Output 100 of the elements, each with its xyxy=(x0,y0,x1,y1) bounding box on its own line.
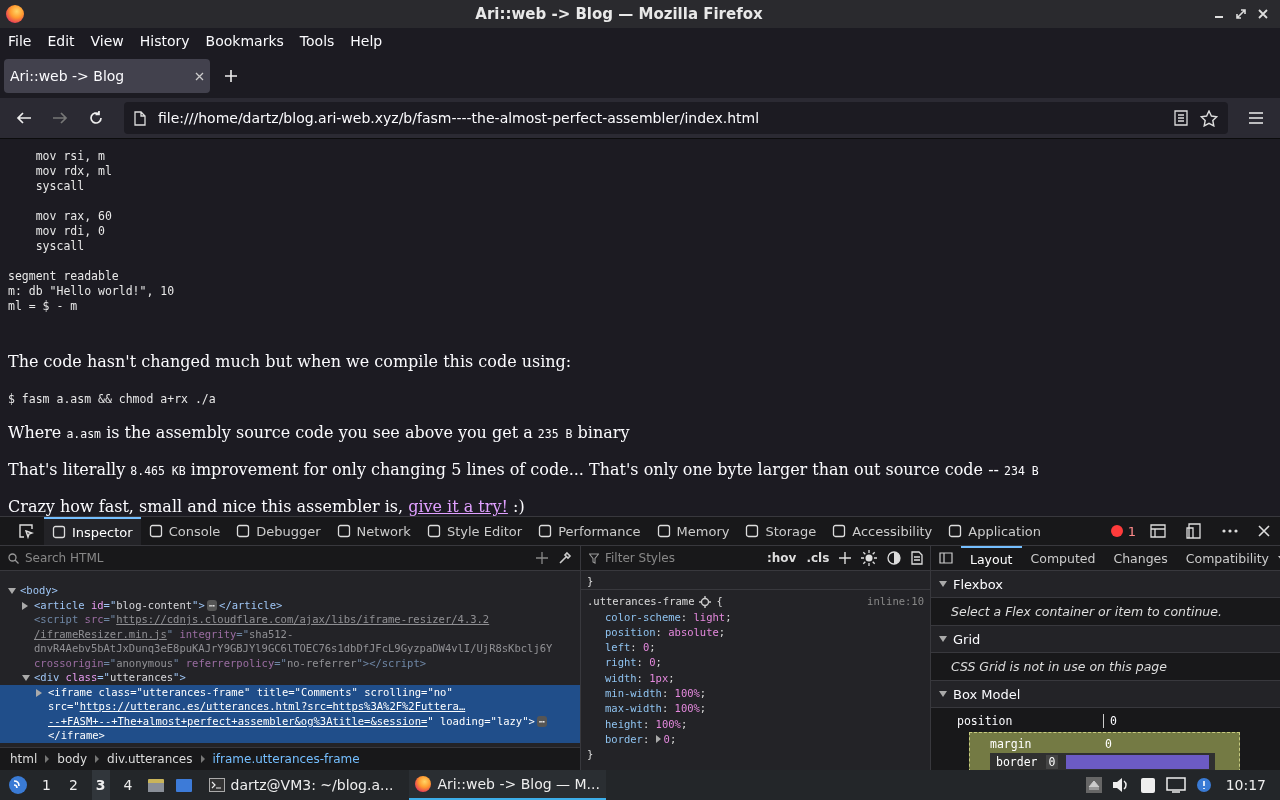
css-declaration[interactable]: max-width: 100%; xyxy=(587,701,924,717)
address-bar[interactable]: file:///home/dartz/blog.ari-web.xyz/b/fasm----the-almost-perfect-assembler/index.html xyxy=(124,102,1228,134)
terminal-icon xyxy=(208,778,225,792)
eject-icon[interactable] xyxy=(1085,777,1102,793)
new-tab-icon[interactable] xyxy=(224,69,238,83)
taskbar-app[interactable]: Ari::web -> Blog — M... xyxy=(409,770,606,800)
rule-brace: { xyxy=(716,594,723,610)
file-manager-icon[interactable] xyxy=(146,777,165,793)
devtools-tab[interactable]: Network xyxy=(328,517,419,545)
error-count[interactable]: 1 xyxy=(1110,523,1136,539)
reload-icon[interactable] xyxy=(88,110,104,126)
close-icon[interactable] xyxy=(1258,525,1270,537)
workspace-button[interactable]: 2 xyxy=(64,770,82,800)
notification-icon[interactable] xyxy=(1195,777,1212,793)
devtools-tab[interactable]: Application xyxy=(940,517,1049,545)
firefox-logo-icon xyxy=(415,776,432,792)
css-declaration[interactable]: border: 0; xyxy=(587,731,924,748)
close-icon[interactable] xyxy=(195,71,204,81)
menu-item[interactable]: Edit xyxy=(47,33,75,49)
eyedropper-icon[interactable] xyxy=(558,551,572,565)
add-node-icon[interactable] xyxy=(536,552,548,564)
link[interactable]: give it a try! xyxy=(408,497,508,516)
close-icon[interactable] xyxy=(1258,9,1268,19)
sidebar-tab[interactable]: Changes xyxy=(1104,546,1177,570)
css-declaration[interactable]: min-width: 100%; xyxy=(587,686,924,702)
hover-states-button[interactable]: :hov xyxy=(767,551,797,565)
sidebar-tab[interactable]: Compatibility xyxy=(1176,546,1278,570)
box-value[interactable]: 0 xyxy=(1045,755,1059,769)
code-text: mov rax, 60 mov rdi, 0 syscall xyxy=(34,209,113,254)
sidebar-tab[interactable]: Computed xyxy=(1021,546,1105,570)
paragraph: Crazy how fast, small and nice this assembler is, give it a try! :) xyxy=(8,497,526,516)
maximize-icon[interactable] xyxy=(1236,9,1246,19)
menu-item[interactable]: View xyxy=(90,33,124,49)
breadcrumb[interactable]: iframe.utterances-frame xyxy=(212,752,360,766)
element-picker-icon[interactable] xyxy=(18,523,34,539)
paragraph: Where a.asm is the assembly source code you see above you get a 235 B binary xyxy=(8,423,631,444)
html-node[interactable]: <body> xyxy=(0,583,580,598)
devtools-tab[interactable]: Memory xyxy=(648,517,738,545)
filter-input[interactable]: Filter Styles xyxy=(603,550,757,566)
devtools-tab[interactable]: Accessibility xyxy=(824,517,941,545)
workspace-button[interactable]: 1 xyxy=(38,770,55,800)
box-label: border xyxy=(996,755,1038,769)
html-node[interactable]: <iframe class="utterances-frame" title="Comments" scrolling="no" src="https://utteranc.es/utterances.html?src=https%3A%2F%2Futtera… --+FASM+--+The+almost+perfect+assembler&og%3Atitle=&session=" loading="lazy"> ⋯ </iframe> xyxy=(0,684,580,743)
box-label: position xyxy=(957,714,1014,728)
devtools-tab[interactable]: Performance xyxy=(530,517,649,545)
breadcrumb[interactable]: div.utterances xyxy=(107,752,193,766)
css-declaration[interactable]: color-scheme: light; xyxy=(587,609,924,625)
clock: 10:17 xyxy=(1225,777,1266,793)
speaker-icon[interactable] xyxy=(1111,777,1130,793)
css-declaration[interactable]: height: 100%; xyxy=(587,716,924,732)
menu-item[interactable]: History xyxy=(139,33,190,49)
workspace-button[interactable]: 3 xyxy=(91,770,110,800)
rule-source-link[interactable]: inline:10 xyxy=(867,594,924,610)
more-icon[interactable] xyxy=(1222,529,1238,533)
menu-icon[interactable] xyxy=(1248,111,1264,125)
classes-button[interactable]: .cls xyxy=(806,551,830,565)
css-declaration[interactable]: right: 0; xyxy=(587,655,924,671)
sidebar-toggle-icon[interactable] xyxy=(939,552,953,564)
html-node[interactable]: <script src="https://cdnjs.cloudflare.com/ajax/libs/iframe-resizer/4.3.2 /iframeResizer.min.js" integrity="sha512- dnvR4Aebv5bAtJxDunq3eE8puKAJrY9GBJYl9GC6lTOEC76s1dbDfJFcL9GyzpaDW4vlI/UjR8sKbclj6Y crossorigin="anonymous" referrerpolicy="no-referrer"></script> xyxy=(0,612,580,670)
devtools-tab[interactable]: Storage xyxy=(737,517,825,545)
css-declaration[interactable]: width: 1px; xyxy=(587,670,924,687)
box-label: margin xyxy=(990,737,1033,751)
css-declaration[interactable]: left: 0; xyxy=(587,640,924,656)
start-menu-icon[interactable] xyxy=(8,775,28,795)
chevron-icon xyxy=(95,755,100,763)
rule-brace: } xyxy=(587,747,595,763)
split-console-icon[interactable] xyxy=(1150,524,1166,538)
css-declaration[interactable]: position: absolute; xyxy=(587,624,924,641)
breadcrumb[interactable]: html xyxy=(10,752,38,766)
desktop-icon[interactable] xyxy=(174,777,193,793)
contrast-icon[interactable] xyxy=(887,551,902,565)
devtools-tab[interactable]: Debugger xyxy=(228,517,329,545)
target-icon[interactable] xyxy=(699,595,712,608)
devtools-tab[interactable]: Style Editor xyxy=(418,517,531,545)
window-title: Ari::web -> Blog — Mozilla Firefox xyxy=(474,5,764,23)
devtools-tab[interactable]: Inspector xyxy=(44,517,141,545)
box-value[interactable]: 0 xyxy=(1103,714,1117,728)
dock-icon[interactable] xyxy=(1186,523,1202,539)
css-selector: .utterances-frame xyxy=(587,594,695,610)
sun-icon[interactable] xyxy=(861,550,878,566)
html-node[interactable]: <article id="blog-content"> ⋯ </article> xyxy=(0,597,580,612)
devtools-tab[interactable]: Console xyxy=(140,517,229,545)
section-message: Select a Flex container or item to continue. xyxy=(931,598,1280,626)
workspace-button[interactable]: 4 xyxy=(119,770,137,800)
menu-item[interactable]: File xyxy=(8,33,32,49)
box-value[interactable]: 0 xyxy=(1105,737,1112,751)
firefox-logo-icon xyxy=(6,5,24,23)
taskbar-app[interactable]: dartz@VM3: ~/blog.a... xyxy=(202,770,400,800)
menu-item[interactable]: Bookmarks xyxy=(205,33,284,49)
document-icon[interactable] xyxy=(911,551,924,565)
reader-view-icon[interactable] xyxy=(1174,110,1188,126)
star-icon[interactable] xyxy=(1200,109,1218,127)
breadcrumb[interactable]: body xyxy=(57,752,88,766)
back-icon[interactable] xyxy=(16,111,32,125)
chevron-icon xyxy=(200,755,205,763)
add-rule-icon[interactable] xyxy=(839,552,852,564)
menu-item[interactable]: Tools xyxy=(299,33,335,49)
browser-tab[interactable]: Ari::web -> Blog xyxy=(4,59,210,93)
paragraph: The code hasn't changed much but when we compile this code using: xyxy=(8,352,573,372)
menu-item[interactable]: Help xyxy=(350,33,383,49)
